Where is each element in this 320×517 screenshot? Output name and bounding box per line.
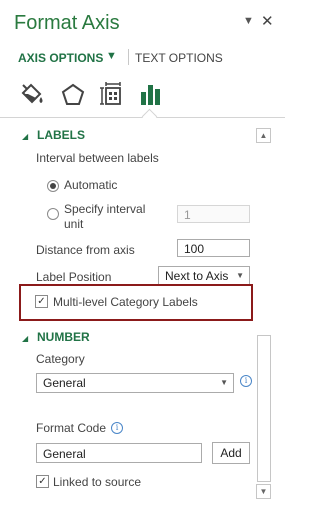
automatic-label[interactable]: Automatic [64,178,117,192]
label-position-value: Next to Axis [165,269,229,283]
size-properties-icon[interactable] [98,80,128,110]
linked-to-source-label[interactable]: Linked to source [53,475,141,489]
axis-options-dropdown-icon[interactable]: ▼ [106,50,117,62]
label-position-label: Label Position [36,270,112,284]
fill-line-icon[interactable] [17,80,47,110]
scroll-thumb[interactable] [257,335,271,482]
specify-interval-radio[interactable] [47,208,59,220]
linked-to-source-checkbox[interactable]: ✓ [36,475,49,488]
tab-separator [128,49,129,65]
number-section-title[interactable]: NUMBER [37,330,90,344]
info-icon[interactable]: i [240,375,252,387]
chevron-down-icon: ▼ [236,271,244,280]
interval-between-labels-label: Interval between labels [36,151,159,165]
specify-interval-unit-label: unit [64,217,84,231]
axis-options-bar-icon[interactable] [136,80,166,110]
info-icon[interactable]: i [111,422,123,434]
specify-interval-label[interactable]: Specify interval [64,202,145,216]
pane-scrollbar[interactable]: ▲ ▼ [256,128,271,499]
task-pane-options-button[interactable]: ▼ [243,15,254,27]
tab-axis-options[interactable]: AXIS OPTIONS [18,51,103,65]
category-label: Category [36,352,85,366]
scroll-up-icon[interactable]: ▲ [256,128,271,143]
multi-level-label[interactable]: Multi-level Category Labels [53,295,198,309]
category-select[interactable]: General ▼ [36,373,234,393]
scroll-down-icon[interactable]: ▼ [256,484,271,499]
collapse-labels-icon[interactable]: ◢ [22,132,28,141]
label-position-select[interactable]: Next to Axis ▼ [158,266,250,286]
labels-section-title[interactable]: LABELS [37,128,85,142]
add-format-code-button[interactable]: Add [212,442,250,464]
automatic-radio[interactable] [47,180,59,192]
chevron-down-icon: ▼ [220,378,228,387]
tab-text-options[interactable]: TEXT OPTIONS [135,51,223,65]
format-axis-pane: Format Axis ▼ ✕ AXIS OPTIONS ▼ TEXT OPTI… [0,0,285,517]
interval-unit-input[interactable]: 1 [177,205,250,223]
format-code-input[interactable]: General [36,443,202,463]
effects-pentagon-icon[interactable] [58,80,88,110]
category-icon-row [0,78,285,118]
multi-level-checkbox[interactable]: ✓ [35,295,48,308]
close-pane-button[interactable]: ✕ [261,12,274,30]
distance-from-axis-input[interactable]: 100 [177,239,250,257]
distance-from-axis-label: Distance from axis [36,243,135,257]
pane-title: Format Axis [14,12,120,34]
format-code-label: Format Code [36,421,107,435]
collapse-number-icon[interactable]: ◢ [22,334,28,343]
category-value: General [43,376,86,390]
